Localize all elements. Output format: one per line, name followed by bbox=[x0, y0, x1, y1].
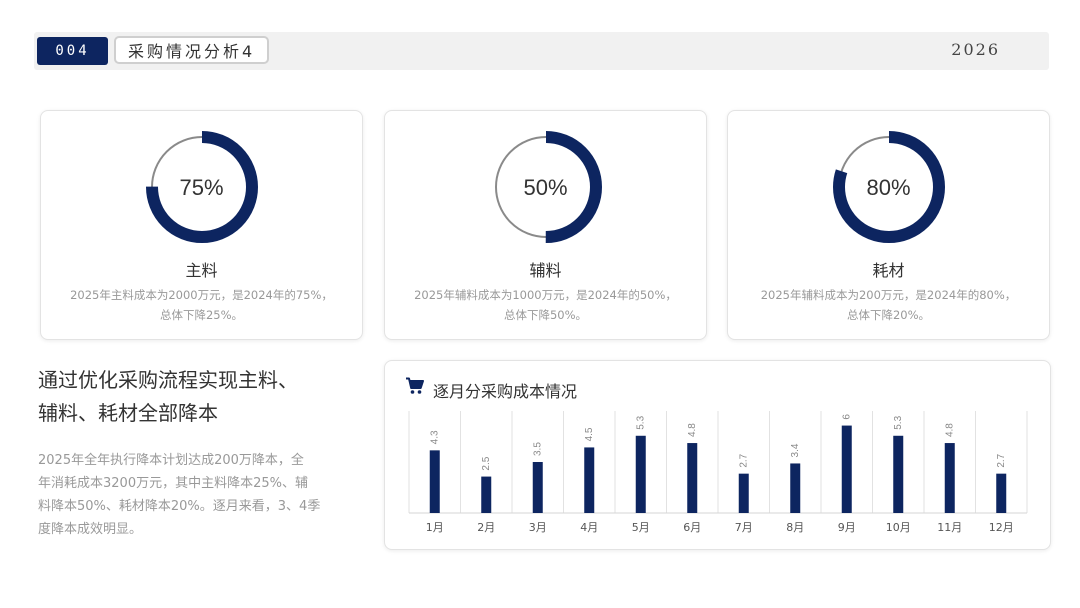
x-tick-label: 2月 bbox=[477, 521, 495, 534]
data-label: 2.5 bbox=[481, 456, 492, 470]
data-label: 5.3 bbox=[893, 415, 904, 429]
x-tick-label: 6月 bbox=[683, 521, 701, 534]
card-main-material: 75% 主料 2025年主料成本为2000万元，是2024年的75%， 总体下降… bbox=[40, 110, 363, 340]
bar bbox=[532, 462, 543, 513]
x-tick-label: 7月 bbox=[735, 521, 753, 534]
card-description-line: 总体下降25%。 bbox=[159, 308, 244, 322]
page-title: 采购情况分析4 bbox=[114, 36, 270, 64]
card-description-line: 2025年辅料成本为1000万元，是2024年的50%， bbox=[414, 288, 677, 302]
bar bbox=[944, 443, 955, 513]
year-label: 2026 bbox=[951, 40, 1000, 59]
card-description: 2025年辅料成本为200万元，是2024年的80%， 总体下降20%。 bbox=[742, 285, 1035, 325]
summary-title: 通过优化采购流程实现主料、 辅料、耗材全部降本 bbox=[38, 364, 338, 430]
summary-text-line: 2025年全年执行降本计划达成200万降本，全 bbox=[38, 453, 304, 468]
x-tick-label: 4月 bbox=[580, 521, 598, 534]
data-label: 3.4 bbox=[790, 443, 801, 457]
card-aux-material: 50% 辅料 2025年辅料成本为1000万元，是2024年的50%， 总体下降… bbox=[384, 110, 707, 340]
x-tick-label: 12月 bbox=[989, 521, 1014, 534]
data-label: 2.7 bbox=[996, 453, 1007, 467]
bar bbox=[790, 463, 801, 513]
card-title: 辅料 bbox=[529, 261, 562, 280]
x-tick-label: 8月 bbox=[786, 521, 804, 534]
x-tick-label: 9月 bbox=[838, 521, 856, 534]
bar-chart: 4.3 1月 2.5 2月 3.5 3月 4.5 4月 5.3 5月 4.8 6月 2.7 7月 3.4 8月… bbox=[408, 411, 1028, 534]
bar bbox=[893, 435, 904, 513]
x-tick-label: 11月 bbox=[937, 521, 962, 534]
summary-text-line: 度降本成效明显。 bbox=[38, 522, 143, 537]
x-tick-label: 1月 bbox=[426, 521, 444, 534]
card-description-line: 2025年辅料成本为200万元，是2024年的80%， bbox=[760, 288, 1017, 302]
card-description-line: 总体下降20%。 bbox=[846, 308, 931, 322]
data-label: 4.8 bbox=[687, 423, 698, 437]
card-description: 2025年主料成本为2000万元，是2024年的75%， 总体下降25%。 bbox=[55, 285, 348, 325]
card-description-line: 总体下降50%。 bbox=[503, 308, 588, 322]
card-consumables: 80% 耗材 2025年辅料成本为200万元，是2024年的80%， 总体下降2… bbox=[727, 110, 1050, 340]
x-tick-label: 5月 bbox=[632, 521, 650, 534]
summary-text-line: 料降本50%、耗材降本20%。逐月来看，3、4季 bbox=[38, 499, 321, 514]
bar bbox=[635, 435, 646, 513]
card-description: 2025年辅料成本为1000万元，是2024年的50%， 总体下降50%。 bbox=[399, 285, 692, 325]
bar bbox=[996, 473, 1007, 513]
data-label: 2.7 bbox=[738, 453, 749, 467]
bar bbox=[429, 450, 440, 513]
summary-text: 2025年全年执行降本计划达成200万降本，全 年消耗成本3200万元，其中主料… bbox=[38, 449, 358, 541]
slide-number-badge: 004 bbox=[37, 37, 108, 65]
monthly-cost-chart-card: 逐月分采购成本情况 4.3 1月 2.5 2月 3.5 3月 4.5 4月 5.3 5月 4.8 6月… bbox=[384, 360, 1051, 550]
bar bbox=[481, 476, 492, 513]
bar bbox=[687, 443, 698, 513]
bar bbox=[584, 447, 595, 513]
x-tick-label: 3月 bbox=[529, 521, 547, 534]
summary-title-line: 辅料、耗材全部降本 bbox=[38, 401, 218, 425]
x-tick-label: 10月 bbox=[886, 521, 911, 534]
ring-percent-label: 50% bbox=[523, 175, 568, 200]
summary-text-line: 年消耗成本3200万元，其中主料降本25%、辅 bbox=[38, 476, 308, 491]
card-title: 主料 bbox=[185, 261, 218, 280]
data-label: 4.3 bbox=[429, 430, 440, 444]
card-title: 耗材 bbox=[872, 261, 905, 280]
data-label: 3.5 bbox=[532, 442, 543, 456]
data-label: 4.8 bbox=[944, 423, 955, 437]
summary-title-line: 通过优化采购流程实现主料、 bbox=[38, 368, 298, 392]
ring-percent-label: 80% bbox=[866, 175, 911, 200]
data-label: 6 bbox=[841, 414, 852, 420]
data-label: 4.5 bbox=[584, 427, 595, 441]
bar bbox=[841, 425, 852, 513]
bar bbox=[738, 473, 749, 513]
ring-percent-label: 75% bbox=[179, 175, 224, 200]
card-description-line: 2025年主料成本为2000万元，是2024年的75%， bbox=[70, 288, 333, 302]
data-label: 5.3 bbox=[635, 415, 646, 429]
